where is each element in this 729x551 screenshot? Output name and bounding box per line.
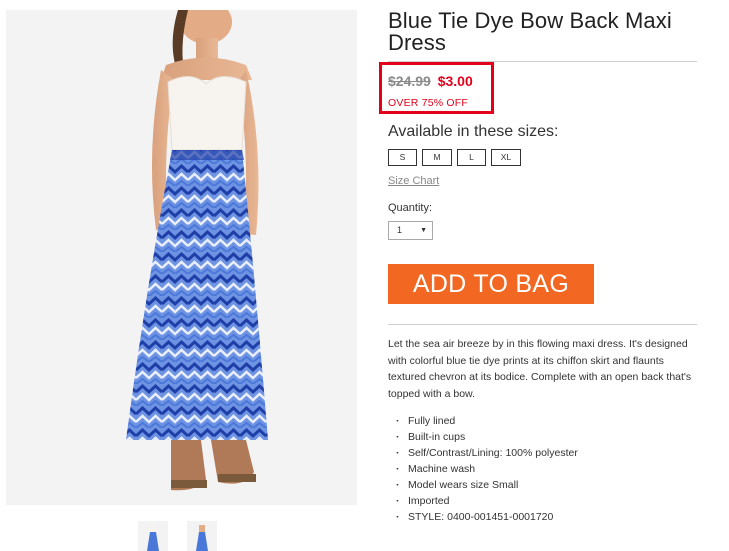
quantity-select[interactable]: 1 ▼ <box>388 221 433 240</box>
quantity-value: 1 <box>397 225 403 235</box>
size-chart-link[interactable]: Size Chart <box>388 175 439 187</box>
feature-item: Machine wash <box>396 461 578 477</box>
feature-item: Self/Contrast/Lining: 100% polyester <box>396 445 578 461</box>
product-title: Blue Tie Dye Bow Back Maxi Dress <box>388 8 672 55</box>
feature-item: Model wears size Small <box>396 477 578 493</box>
product-details: Blue Tie Dye Bow Back Maxi Dress <box>379 8 697 114</box>
feature-item: Built-in cups <box>396 429 578 445</box>
feature-item: STYLE: 0400-001451-0001720 <box>396 509 578 525</box>
thumbnail-back[interactable] <box>187 521 217 551</box>
size-button-s[interactable]: S <box>388 149 417 166</box>
feature-item: Imported <box>396 493 578 509</box>
discount-badge: OVER 75% OFF <box>388 97 469 109</box>
size-button-m[interactable]: M <box>422 149 452 166</box>
description-divider <box>388 324 697 325</box>
size-options: S M L XL <box>388 149 521 166</box>
quantity-label: Quantity: <box>388 202 433 214</box>
thumbnail-strip <box>138 521 217 551</box>
price: $24.99 $3.00 <box>388 73 473 89</box>
price-sale: $3.00 <box>437 73 473 89</box>
sizes-label: Available in these sizes: <box>388 123 559 140</box>
product-main-image[interactable] <box>6 10 357 505</box>
add-to-bag-button[interactable]: ADD TO BAG <box>388 264 594 304</box>
size-button-xl[interactable]: XL <box>491 149 521 166</box>
thumbnail-front[interactable] <box>138 521 168 551</box>
product-description: Let the sea air breeze by in this flowin… <box>388 338 692 400</box>
size-button-l[interactable]: L <box>457 149 486 166</box>
price-original: $24.99 <box>388 73 431 89</box>
chevron-down-icon: ▼ <box>420 227 427 234</box>
feature-item: Fully lined <box>396 413 578 429</box>
feature-list: Fully lined Built-in cups Self/Contrast/… <box>396 413 578 525</box>
